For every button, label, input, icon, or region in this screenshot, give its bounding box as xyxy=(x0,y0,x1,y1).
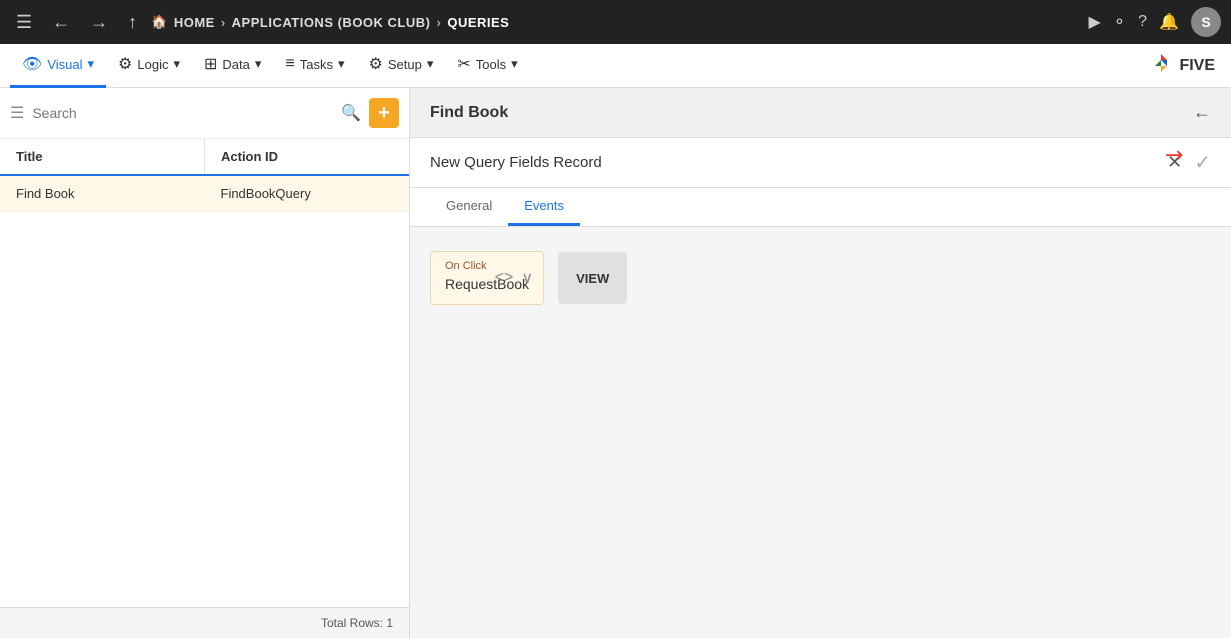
sidebar: ☰ 🔍 + Title Action ID Find Book FindBook… xyxy=(0,88,410,638)
row-title: Find Book xyxy=(0,175,205,212)
tools-icon: ✂ xyxy=(457,54,470,74)
record-actions: ✕ ✓ ↗ xyxy=(1167,150,1211,175)
menu-logic-label: Logic xyxy=(137,57,168,72)
breadcrumb-home[interactable]: HOME xyxy=(174,15,215,30)
help-button[interactable]: ? xyxy=(1138,13,1147,31)
five-logo: FIVE xyxy=(1147,52,1215,80)
menu-item-logic[interactable]: ⚙ Logic ▾ xyxy=(106,44,192,88)
home-icon[interactable]: 🏠 xyxy=(151,14,168,30)
tab-events[interactable]: Events xyxy=(508,188,580,226)
tabs-bar: General Events xyxy=(410,188,1231,227)
sidebar-footer: Total Rows: 1 xyxy=(0,607,409,638)
form-content: On Click RequestBook <> ∨ VIEW xyxy=(410,227,1231,638)
forward-icon[interactable]: → xyxy=(84,8,114,37)
col-title: Title xyxy=(0,139,205,175)
top-nav-right: ▶ ⚬ ? 🔔 S xyxy=(1088,7,1221,37)
data-dropdown-icon[interactable]: ▾ xyxy=(255,56,262,72)
menu-item-tasks[interactable]: ≡ Tasks ▾ xyxy=(273,44,356,88)
search-icon[interactable]: 🔍 xyxy=(341,103,361,123)
onclick-field-group: On Click RequestBook <> ∨ xyxy=(430,251,544,305)
onclick-row: On Click RequestBook <> ∨ VIEW xyxy=(430,251,1211,305)
total-rows-label: Total Rows: 1 xyxy=(321,616,393,630)
play-button[interactable]: ▶ xyxy=(1088,12,1100,32)
breadcrumb-queries[interactable]: QUERIES xyxy=(447,15,509,30)
content-panel: Find Book ← New Query Fields Record ✕ ✓ … xyxy=(410,88,1231,638)
tools-dropdown-icon[interactable]: ▾ xyxy=(511,56,518,72)
search-input[interactable] xyxy=(32,105,333,121)
search-button[interactable]: ⚬ xyxy=(1113,12,1126,32)
code-icon[interactable]: <> xyxy=(495,269,514,287)
content-title: Find Book xyxy=(430,104,508,122)
tab-general[interactable]: General xyxy=(430,188,508,226)
menu-bar: 👁 Visual ▾ ⚙ Logic ▾ ⊞ Data ▾ ≡ Tasks ▾ … xyxy=(0,44,1231,88)
content-back-button[interactable]: ← xyxy=(1193,102,1211,123)
menu-icon[interactable]: ☰ xyxy=(10,8,38,37)
five-logo-text: FIVE xyxy=(1179,57,1215,75)
chevron-down-icon[interactable]: ∨ xyxy=(521,268,533,288)
menu-item-data[interactable]: ⊞ Data ▾ xyxy=(192,44,273,88)
setup-dropdown-icon[interactable]: ▾ xyxy=(427,56,434,72)
menu-visual-label: Visual xyxy=(47,57,82,72)
tasks-icon: ≡ xyxy=(285,55,294,73)
filter-icon[interactable]: ☰ xyxy=(10,103,24,123)
menu-item-setup[interactable]: ⚙ Setup ▾ xyxy=(357,44,446,88)
col-action-id: Action ID xyxy=(205,139,410,175)
main-layout: ☰ 🔍 + Title Action ID Find Book FindBook… xyxy=(0,88,1231,638)
add-button[interactable]: + xyxy=(369,98,399,128)
record-title: New Query Fields Record xyxy=(430,154,602,171)
view-button[interactable]: VIEW xyxy=(558,252,627,304)
menu-tasks-label: Tasks xyxy=(300,57,333,72)
visual-dropdown-icon[interactable]: ▾ xyxy=(88,56,95,72)
menu-data-label: Data xyxy=(222,57,249,72)
sidebar-table: Title Action ID Find Book FindBookQuery xyxy=(0,139,409,607)
menu-setup-label: Setup xyxy=(388,57,422,72)
breadcrumb-sep1: › xyxy=(221,15,226,30)
field-actions: <> ∨ xyxy=(495,268,533,288)
logic-dropdown-icon[interactable]: ▾ xyxy=(173,56,180,72)
table-row[interactable]: Find Book FindBookQuery xyxy=(0,175,409,212)
menu-item-visual[interactable]: 👁 Visual ▾ xyxy=(10,44,106,88)
record-header: New Query Fields Record ✕ ✓ ↗ xyxy=(410,138,1231,188)
five-logo-icon xyxy=(1147,52,1175,80)
back-icon[interactable]: ← xyxy=(46,8,76,37)
close-button[interactable]: ✕ xyxy=(1167,152,1182,173)
logic-icon: ⚙ xyxy=(118,54,132,74)
save-button[interactable]: ✓ xyxy=(1194,150,1211,175)
top-nav-bar: ☰ ← → ↑ 🏠 HOME › APPLICATIONS (BOOK CLUB… xyxy=(0,0,1231,44)
breadcrumb-sep2: › xyxy=(436,15,441,30)
sidebar-search-bar: ☰ 🔍 + xyxy=(0,88,409,139)
breadcrumb: 🏠 HOME › APPLICATIONS (BOOK CLUB) › QUER… xyxy=(151,14,1080,30)
data-icon: ⊞ xyxy=(204,54,217,74)
content-header: Find Book ← xyxy=(410,88,1231,138)
avatar[interactable]: S xyxy=(1191,7,1221,37)
visual-icon: 👁 xyxy=(22,54,42,74)
breadcrumb-app[interactable]: APPLICATIONS (BOOK CLUB) xyxy=(232,15,431,30)
bell-icon[interactable]: 🔔 xyxy=(1159,12,1179,32)
up-icon[interactable]: ↑ xyxy=(122,8,143,37)
setup-icon: ⚙ xyxy=(369,54,383,74)
tasks-dropdown-icon[interactable]: ▾ xyxy=(338,56,345,72)
row-action-id: FindBookQuery xyxy=(205,175,410,212)
menu-item-tools[interactable]: ✂ Tools ▾ xyxy=(445,44,529,88)
menu-tools-label: Tools xyxy=(476,57,506,72)
